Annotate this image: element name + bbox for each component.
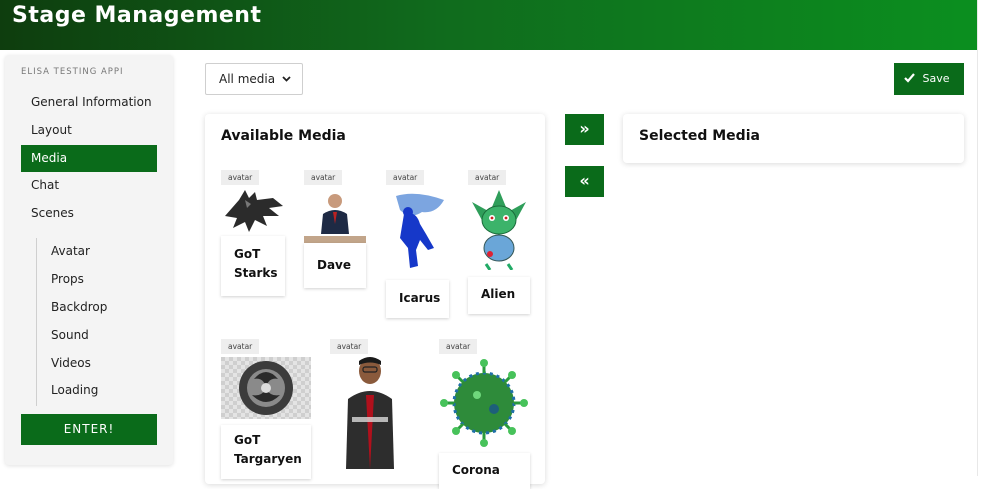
media-card-man-in-jacket[interactable]: avatar [330,339,410,484]
page-title: Stage Management [12,3,262,28]
scenes-submenu: Avatar Props Backdrop Sound Videos Loadi… [36,238,156,406]
media-card-alien[interactable]: avatar Alien [468,170,530,314]
green-virus-image [440,359,528,447]
direwolf-sigil-image [225,190,283,232]
sidebar-subitem-videos[interactable]: Videos [51,352,91,374]
media-name-line2: Targaryen [234,452,302,466]
save-label: Save [922,72,950,85]
media-label-box: GoT Starks [221,236,285,296]
selected-media-title: Selected Media [639,128,760,144]
sidebar-app-title: ELISA TESTING APPI [21,67,124,77]
sidebar-subitem-sound[interactable]: Sound [51,324,89,346]
media-label-box: Icarus [386,280,449,318]
app-header: Stage Management [0,0,977,50]
sidebar-item-scenes[interactable]: Scenes [21,200,157,227]
green-alien-drawing-image [472,190,526,270]
media-card-dave[interactable]: avatar Dave [304,170,366,288]
man-in-jacket-image [330,355,410,469]
media-type-tag: avatar [468,170,507,185]
media-label-box: Dave [304,243,366,288]
media-card-icarus[interactable]: avatar Icarus [386,170,449,318]
media-name: Dave [317,258,352,272]
media-name: GoT [234,247,261,261]
media-name: Icarus [399,291,441,305]
media-filter-select[interactable]: All media [205,63,303,95]
remove-from-selected-button[interactable]: « [565,166,604,197]
sidebar-item-layout[interactable]: Layout [21,117,157,144]
sidebar-subitem-props[interactable]: Props [51,268,84,290]
sidebar-subitem-backdrop[interactable]: Backdrop [51,296,107,318]
media-label-box: Alien [468,277,530,314]
available-media-panel: Available Media avatar GoT Starks avatar… [205,114,545,489]
media-name-line2: Starks [234,266,278,280]
media-type-tag: avatar [330,339,369,354]
double-chevron-left-icon: « [579,171,590,190]
media-type-tag: avatar [221,170,260,185]
media-label-box: GoT Targaryen [221,425,311,479]
sidebar-subitem-avatar[interactable]: Avatar [51,240,90,262]
media-filter-value: All media [219,72,276,86]
sidebar-item-media[interactable]: Media [21,145,157,172]
media-card-got-targaryen[interactable]: avatar GoT Targaryen [221,339,311,479]
save-button[interactable]: Save [894,63,964,95]
sidebar-item-general-information[interactable]: General Information [21,89,157,116]
media-name: Corona [452,463,500,477]
scrollbar[interactable] [977,0,990,476]
media-type-tag: avatar [386,170,425,185]
sidebar-item-chat[interactable]: Chat [21,172,157,199]
media-name: GoT [234,433,261,447]
double-chevron-right-icon: » [579,119,590,138]
man-at-podium-image [304,186,366,243]
media-name: Alien [481,287,516,301]
selected-media-panel: Selected Media [623,114,964,163]
sidebar: ELISA TESTING APPI General Information L… [5,55,173,465]
available-media-title: Available Media [221,128,346,144]
dragon-sigil-image [221,357,311,419]
chevron-down-icon [282,64,291,107]
media-card-got-starks[interactable]: avatar GoT Starks [221,170,285,296]
sidebar-subitem-loading[interactable]: Loading [51,379,98,401]
media-card-corona[interactable]: avatar Corona [439,339,530,489]
media-type-tag: avatar [439,339,478,354]
media-type-tag: avatar [221,339,260,354]
check-icon [904,63,915,95]
blue-winged-figure-image [396,193,444,268]
enter-button[interactable]: ENTER! [21,414,157,445]
media-type-tag: avatar [304,170,343,185]
media-label-box: Corona [439,453,530,489]
add-to-selected-button[interactable]: » [565,114,604,145]
